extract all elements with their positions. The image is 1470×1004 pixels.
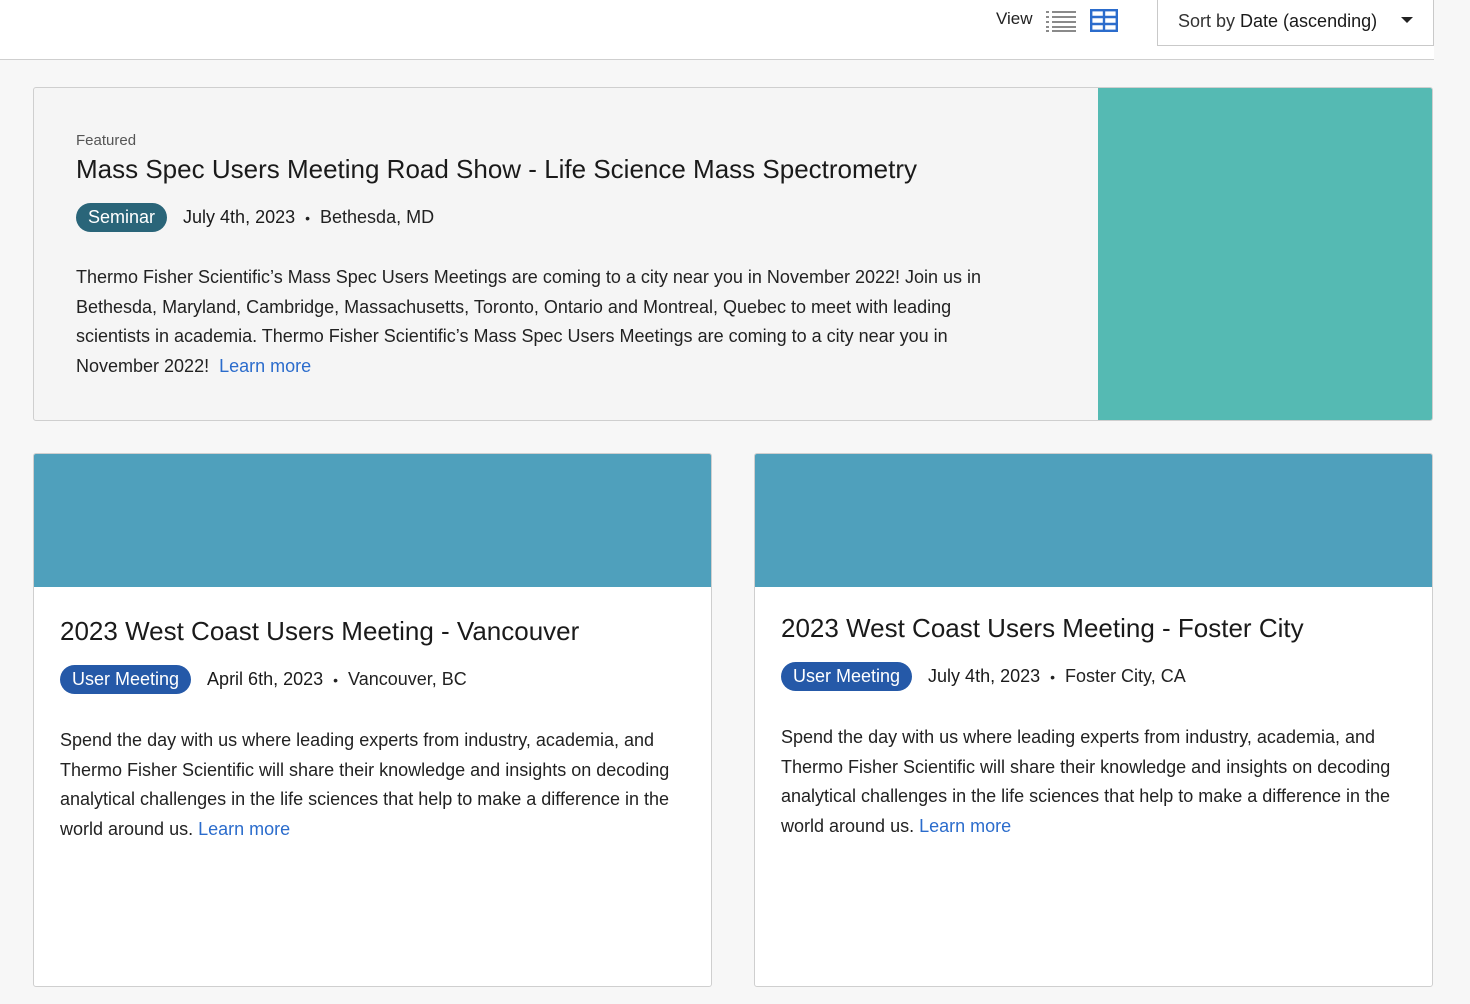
- event-location: Bethesda, MD: [320, 207, 435, 227]
- event-date: July 4th, 2023: [183, 207, 296, 227]
- toolbar: View Sort by Date (ascending): [0, 0, 1434, 60]
- sort-prefix: Sort by: [1178, 11, 1236, 31]
- event-card-meta: User Meeting April 6th, 2023 • Vancouver…: [60, 665, 467, 694]
- event-card-image: [755, 454, 1432, 587]
- featured-meta: Seminar July 4th, 2023 • Bethesda, MD: [76, 203, 434, 232]
- view-label: View: [996, 9, 1033, 28]
- featured-event-card: Featured Mass Spec Users Meeting Road Sh…: [33, 87, 1433, 421]
- event-location: Vancouver, BC: [348, 669, 467, 689]
- featured-title[interactable]: Mass Spec Users Meeting Road Show - Life…: [76, 154, 917, 185]
- grid-view-icon[interactable]: [1090, 9, 1118, 32]
- learn-more-link[interactable]: Learn more: [919, 816, 1011, 836]
- meta-separator: •: [1050, 668, 1056, 685]
- event-card-description: Spend the day with us where leading expe…: [60, 726, 685, 844]
- event-card-title[interactable]: 2023 West Coast Users Meeting - Foster C…: [781, 613, 1304, 644]
- event-card-meta: User Meeting July 4th, 2023 • Foster Cit…: [781, 662, 1186, 691]
- list-view-icon[interactable]: [1046, 10, 1076, 32]
- event-card-foster-city: 2023 West Coast Users Meeting - Foster C…: [754, 453, 1433, 987]
- sort-value: Date (ascending): [1240, 11, 1378, 31]
- event-card-description-text: Spend the day with us where leading expe…: [60, 730, 670, 839]
- featured-description-text: Thermo Fisher Scientific’s Mass Spec Use…: [76, 267, 982, 376]
- event-card-title[interactable]: 2023 West Coast Users Meeting - Vancouve…: [60, 616, 579, 647]
- meta-separator: •: [333, 671, 339, 688]
- event-type-badge: User Meeting: [781, 662, 913, 691]
- learn-more-link[interactable]: Learn more: [219, 356, 311, 376]
- sort-dropdown[interactable]: Sort by Date (ascending): [1157, 0, 1434, 46]
- event-date: July 4th, 2023: [928, 666, 1041, 686]
- featured-image: [1098, 88, 1432, 420]
- featured-description: Thermo Fisher Scientific’s Mass Spec Use…: [76, 263, 1026, 381]
- event-type-badge: User Meeting: [60, 665, 192, 694]
- featured-label: Featured: [76, 132, 137, 149]
- caret-down-icon: [1401, 17, 1413, 23]
- meta-separator: •: [305, 209, 311, 226]
- event-location: Foster City, CA: [1065, 666, 1186, 686]
- event-card-description-text: Spend the day with us where leading expe…: [781, 727, 1391, 836]
- event-type-badge: Seminar: [76, 203, 168, 232]
- event-card-vancouver: 2023 West Coast Users Meeting - Vancouve…: [33, 453, 712, 987]
- learn-more-link[interactable]: Learn more: [198, 819, 290, 839]
- event-card-description: Spend the day with us where leading expe…: [781, 723, 1406, 841]
- event-card-image: [34, 454, 711, 587]
- event-date: April 6th, 2023: [207, 669, 324, 689]
